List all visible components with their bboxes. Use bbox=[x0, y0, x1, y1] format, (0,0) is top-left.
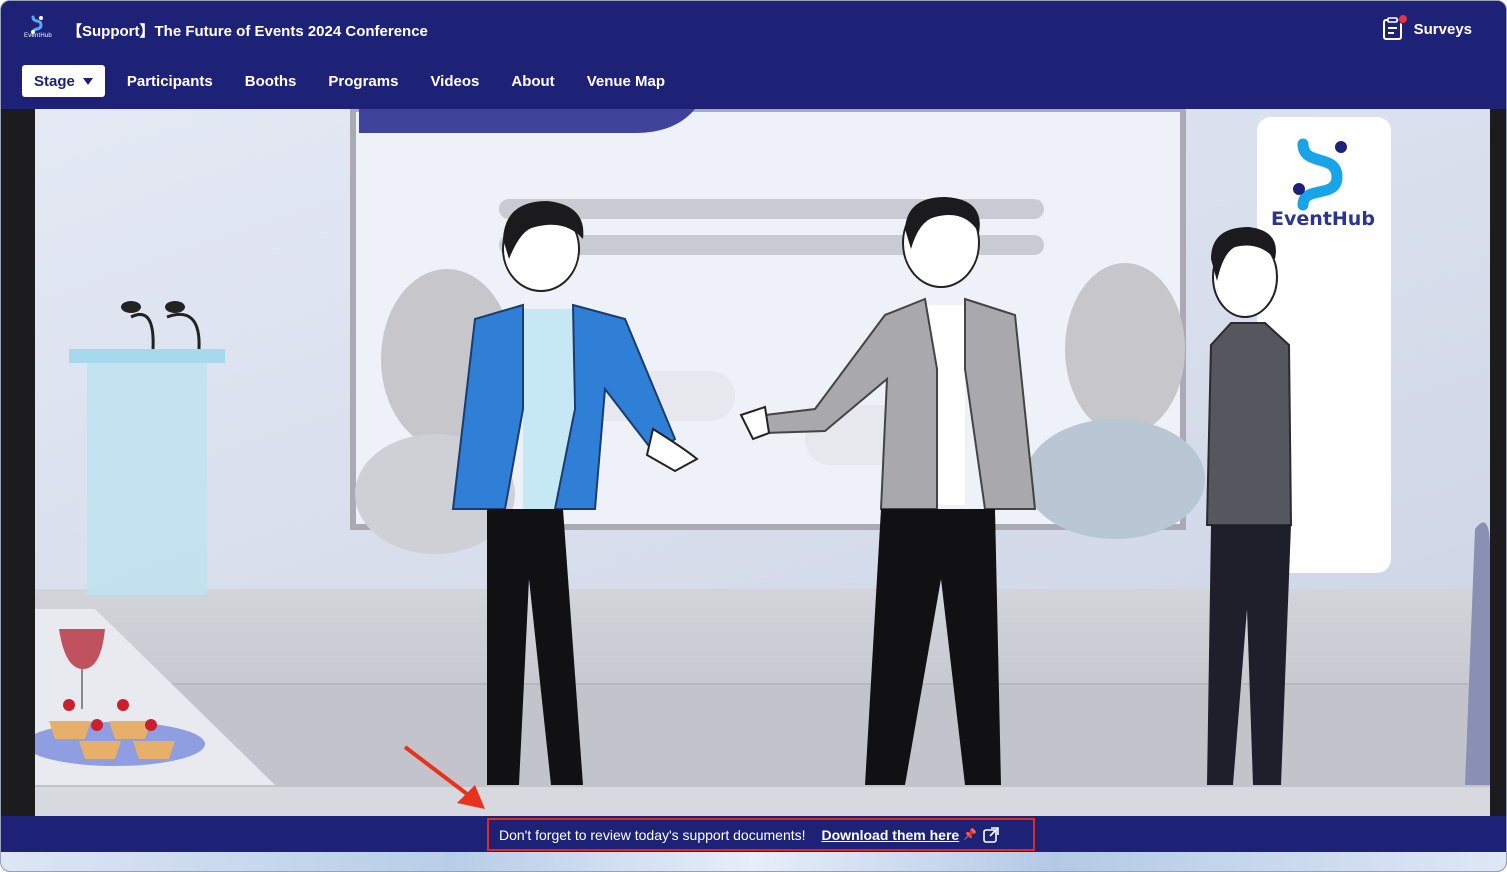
notice-bar: Don't forget to review today's support d… bbox=[1, 816, 1506, 852]
logo-wordmark: EventHub bbox=[24, 33, 52, 39]
nav-participants[interactable]: Participants bbox=[127, 73, 213, 90]
stage-scene: EventHub bbox=[35, 109, 1490, 816]
logo-mark-icon bbox=[31, 15, 43, 35]
notification-dot bbox=[1397, 14, 1408, 24]
annotation-arrow-icon bbox=[403, 745, 485, 809]
surveys-button[interactable]: Surveys bbox=[1382, 14, 1472, 43]
nav-booths[interactable]: Booths bbox=[245, 73, 297, 90]
eventhub-logo[interactable]: EventHub bbox=[23, 15, 53, 43]
nav-videos[interactable]: Videos bbox=[430, 73, 479, 90]
nav-programs[interactable]: Programs bbox=[328, 73, 398, 90]
main-nav: Stage Participants Booths Programs Video… bbox=[22, 65, 697, 97]
nav-venue-map[interactable]: Venue Map bbox=[587, 73, 665, 90]
app-window: EventHub 【Support】The Future of Events 2… bbox=[0, 0, 1507, 872]
chevron-down-icon bbox=[82, 77, 93, 85]
clipboard-icon bbox=[1382, 14, 1408, 41]
top-header: EventHub 【Support】The Future of Events 2… bbox=[1, 1, 1506, 109]
notice-text: Don't forget to review today's support d… bbox=[499, 826, 806, 843]
event-title: 【Support】The Future of Events 2024 Confe… bbox=[67, 23, 428, 40]
notice-highlight-box: Don't forget to review today's support d… bbox=[487, 818, 1035, 851]
external-link-icon[interactable] bbox=[983, 826, 999, 843]
nav-stage-dropdown[interactable]: Stage bbox=[22, 65, 105, 97]
surveys-label: Surveys bbox=[1413, 20, 1472, 38]
nav-about[interactable]: About bbox=[511, 73, 554, 90]
sign-brand-text: EventHub bbox=[1271, 208, 1375, 230]
stage-illustration: EventHub bbox=[35, 109, 1490, 816]
download-documents-link[interactable]: Download them here bbox=[822, 827, 960, 843]
nav-stage-label: Stage bbox=[34, 72, 75, 90]
pin-icon: 📌 bbox=[963, 829, 977, 841]
bottom-strip bbox=[1, 852, 1506, 871]
stage-video-player[interactable]: EventHub bbox=[1, 109, 1506, 816]
